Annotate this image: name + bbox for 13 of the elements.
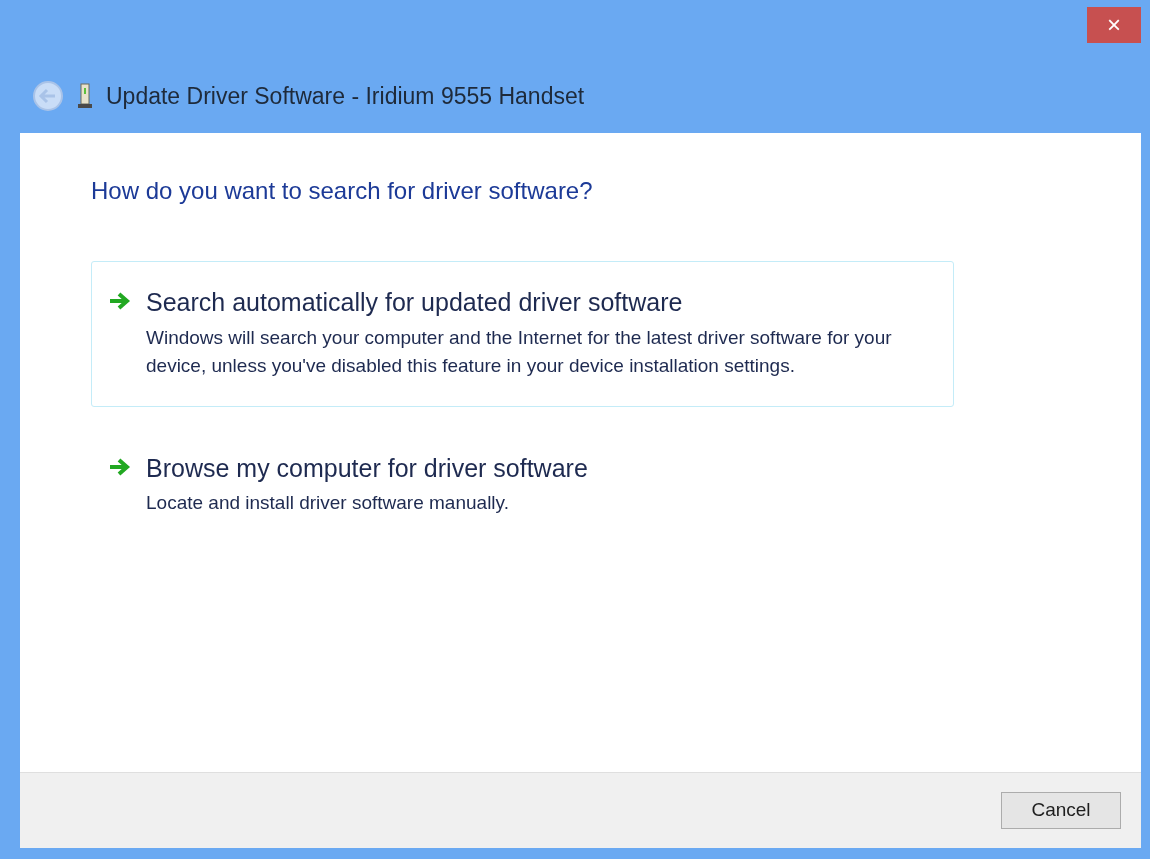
window-title: Update Driver Software - Iridium 9555 Handset xyxy=(106,82,585,111)
arrow-icon xyxy=(108,456,132,477)
arrow-icon xyxy=(108,291,132,311)
cancel-button[interactable]: Cancel xyxy=(1001,792,1121,829)
option-link[interactable]: Browse my computer for driver software Locate and install driver software manually. xyxy=(91,426,954,544)
option-title: Search automatically for updated driver software xyxy=(146,287,684,318)
option-description: Locate and install driver software manually. xyxy=(146,491,510,515)
option-title: Browse my computer for driver software xyxy=(146,452,588,484)
close-button[interactable]: × xyxy=(1087,7,1141,43)
option-link[interactable] xyxy=(91,261,954,407)
option-description: Windows will search your computer and the Internet for the latest driver software for your device, unless you've disabled this feature in your device installation settings. xyxy=(146,325,893,378)
page-heading: How do you want to search for driver software? xyxy=(91,176,594,206)
device-icon xyxy=(78,83,92,110)
